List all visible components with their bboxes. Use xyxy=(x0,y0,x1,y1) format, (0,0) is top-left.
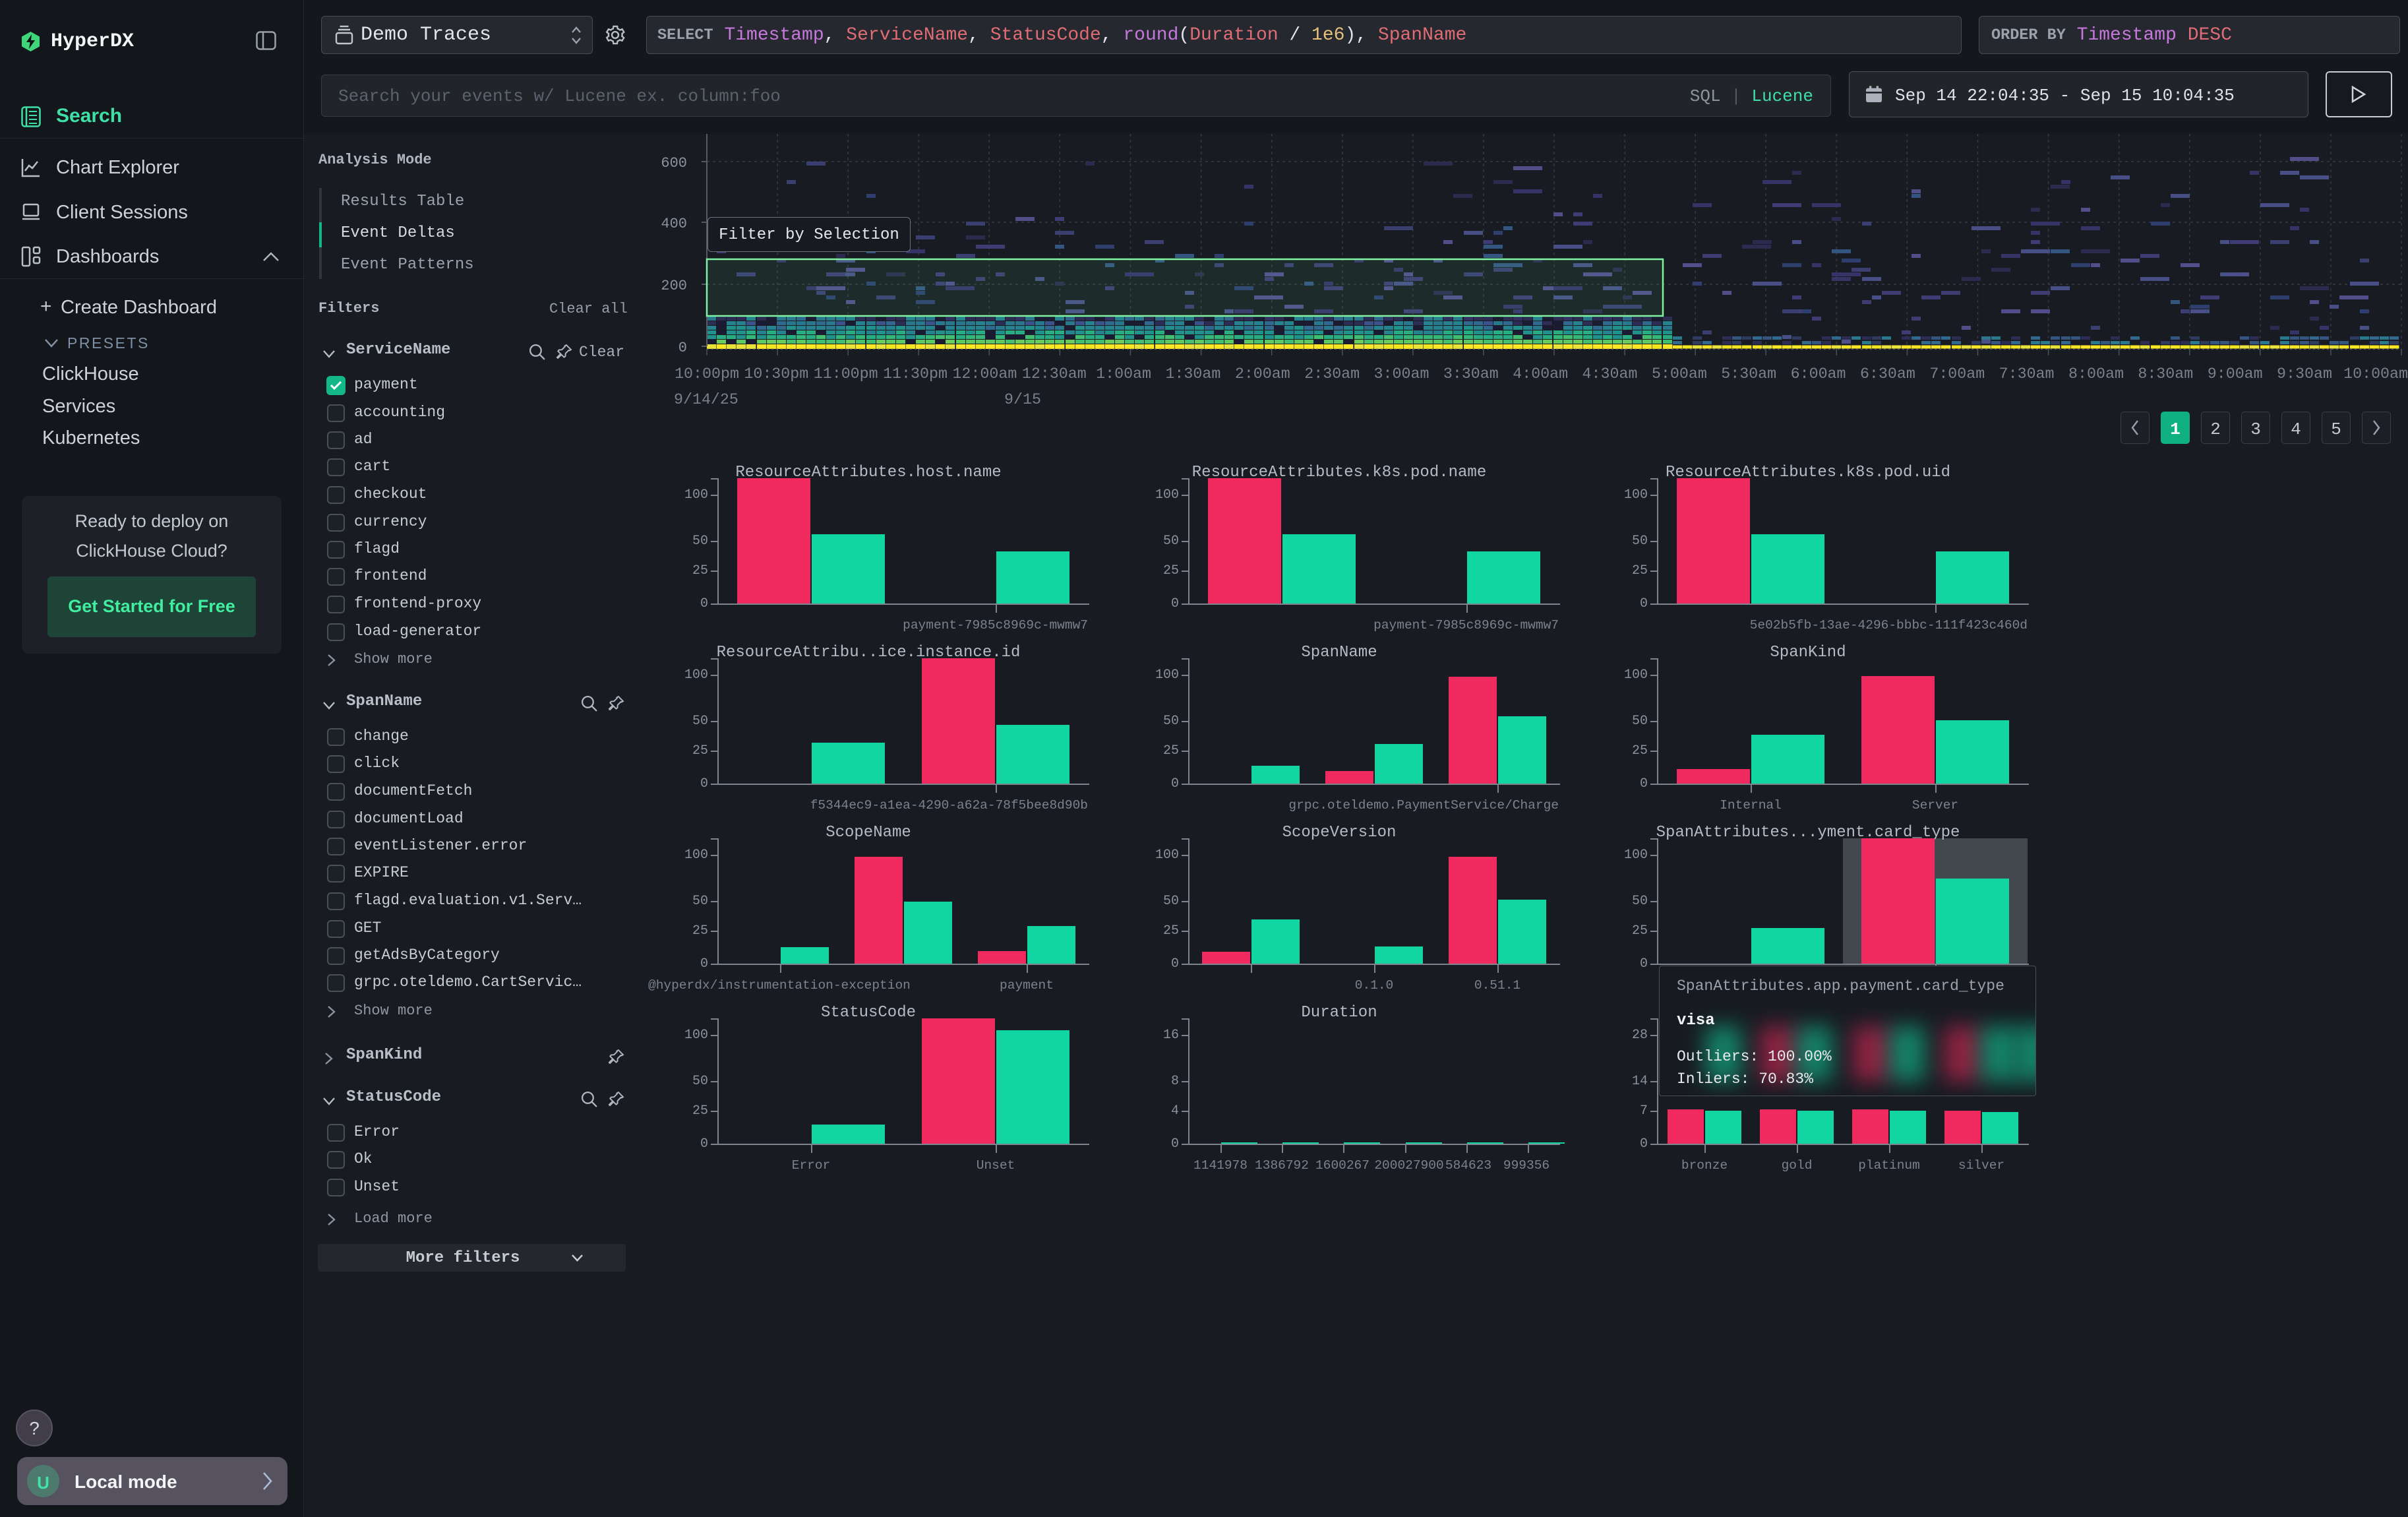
svg-text:11:30pm: 11:30pm xyxy=(883,365,948,383)
svg-text:5:00am: 5:00am xyxy=(1652,365,1707,383)
svg-text:11:00pm: 11:00pm xyxy=(814,365,878,383)
svg-text:5:30am: 5:30am xyxy=(1721,365,1776,383)
svg-text:4:30am: 4:30am xyxy=(1582,365,1638,383)
svg-text:7:30am: 7:30am xyxy=(1999,365,2055,383)
svg-text:1:00am: 1:00am xyxy=(1096,365,1151,383)
svg-text:10:30pm: 10:30pm xyxy=(744,365,808,383)
svg-text:200: 200 xyxy=(661,278,687,294)
svg-text:12:00am: 12:00am xyxy=(952,365,1017,383)
svg-text:7:00am: 7:00am xyxy=(1929,365,1985,383)
svg-text:4:00am: 4:00am xyxy=(1513,365,1568,383)
svg-text:6:30am: 6:30am xyxy=(1860,365,1915,383)
svg-text:3:30am: 3:30am xyxy=(1443,365,1499,383)
svg-text:1:30am: 1:30am xyxy=(1165,365,1220,383)
svg-text:3:00am: 3:00am xyxy=(1374,365,1430,383)
svg-text:8:00am: 8:00am xyxy=(2068,365,2124,383)
svg-text:9/14/25: 9/14/25 xyxy=(674,391,738,408)
svg-text:10:00am: 10:00am xyxy=(2343,365,2408,383)
svg-text:9:00am: 9:00am xyxy=(2208,365,2263,383)
svg-text:6:00am: 6:00am xyxy=(1791,365,1846,383)
svg-text:12:30am: 12:30am xyxy=(1022,365,1087,383)
svg-text:0: 0 xyxy=(678,340,687,356)
svg-text:400: 400 xyxy=(661,216,687,232)
svg-text:600: 600 xyxy=(661,155,687,171)
svg-text:8:30am: 8:30am xyxy=(2138,365,2193,383)
svg-text:2:30am: 2:30am xyxy=(1304,365,1360,383)
svg-text:9:30am: 9:30am xyxy=(2277,365,2332,383)
svg-text:2:00am: 2:00am xyxy=(1235,365,1290,383)
svg-text:10:00pm: 10:00pm xyxy=(675,365,739,383)
svg-text:9/15: 9/15 xyxy=(1004,391,1041,408)
